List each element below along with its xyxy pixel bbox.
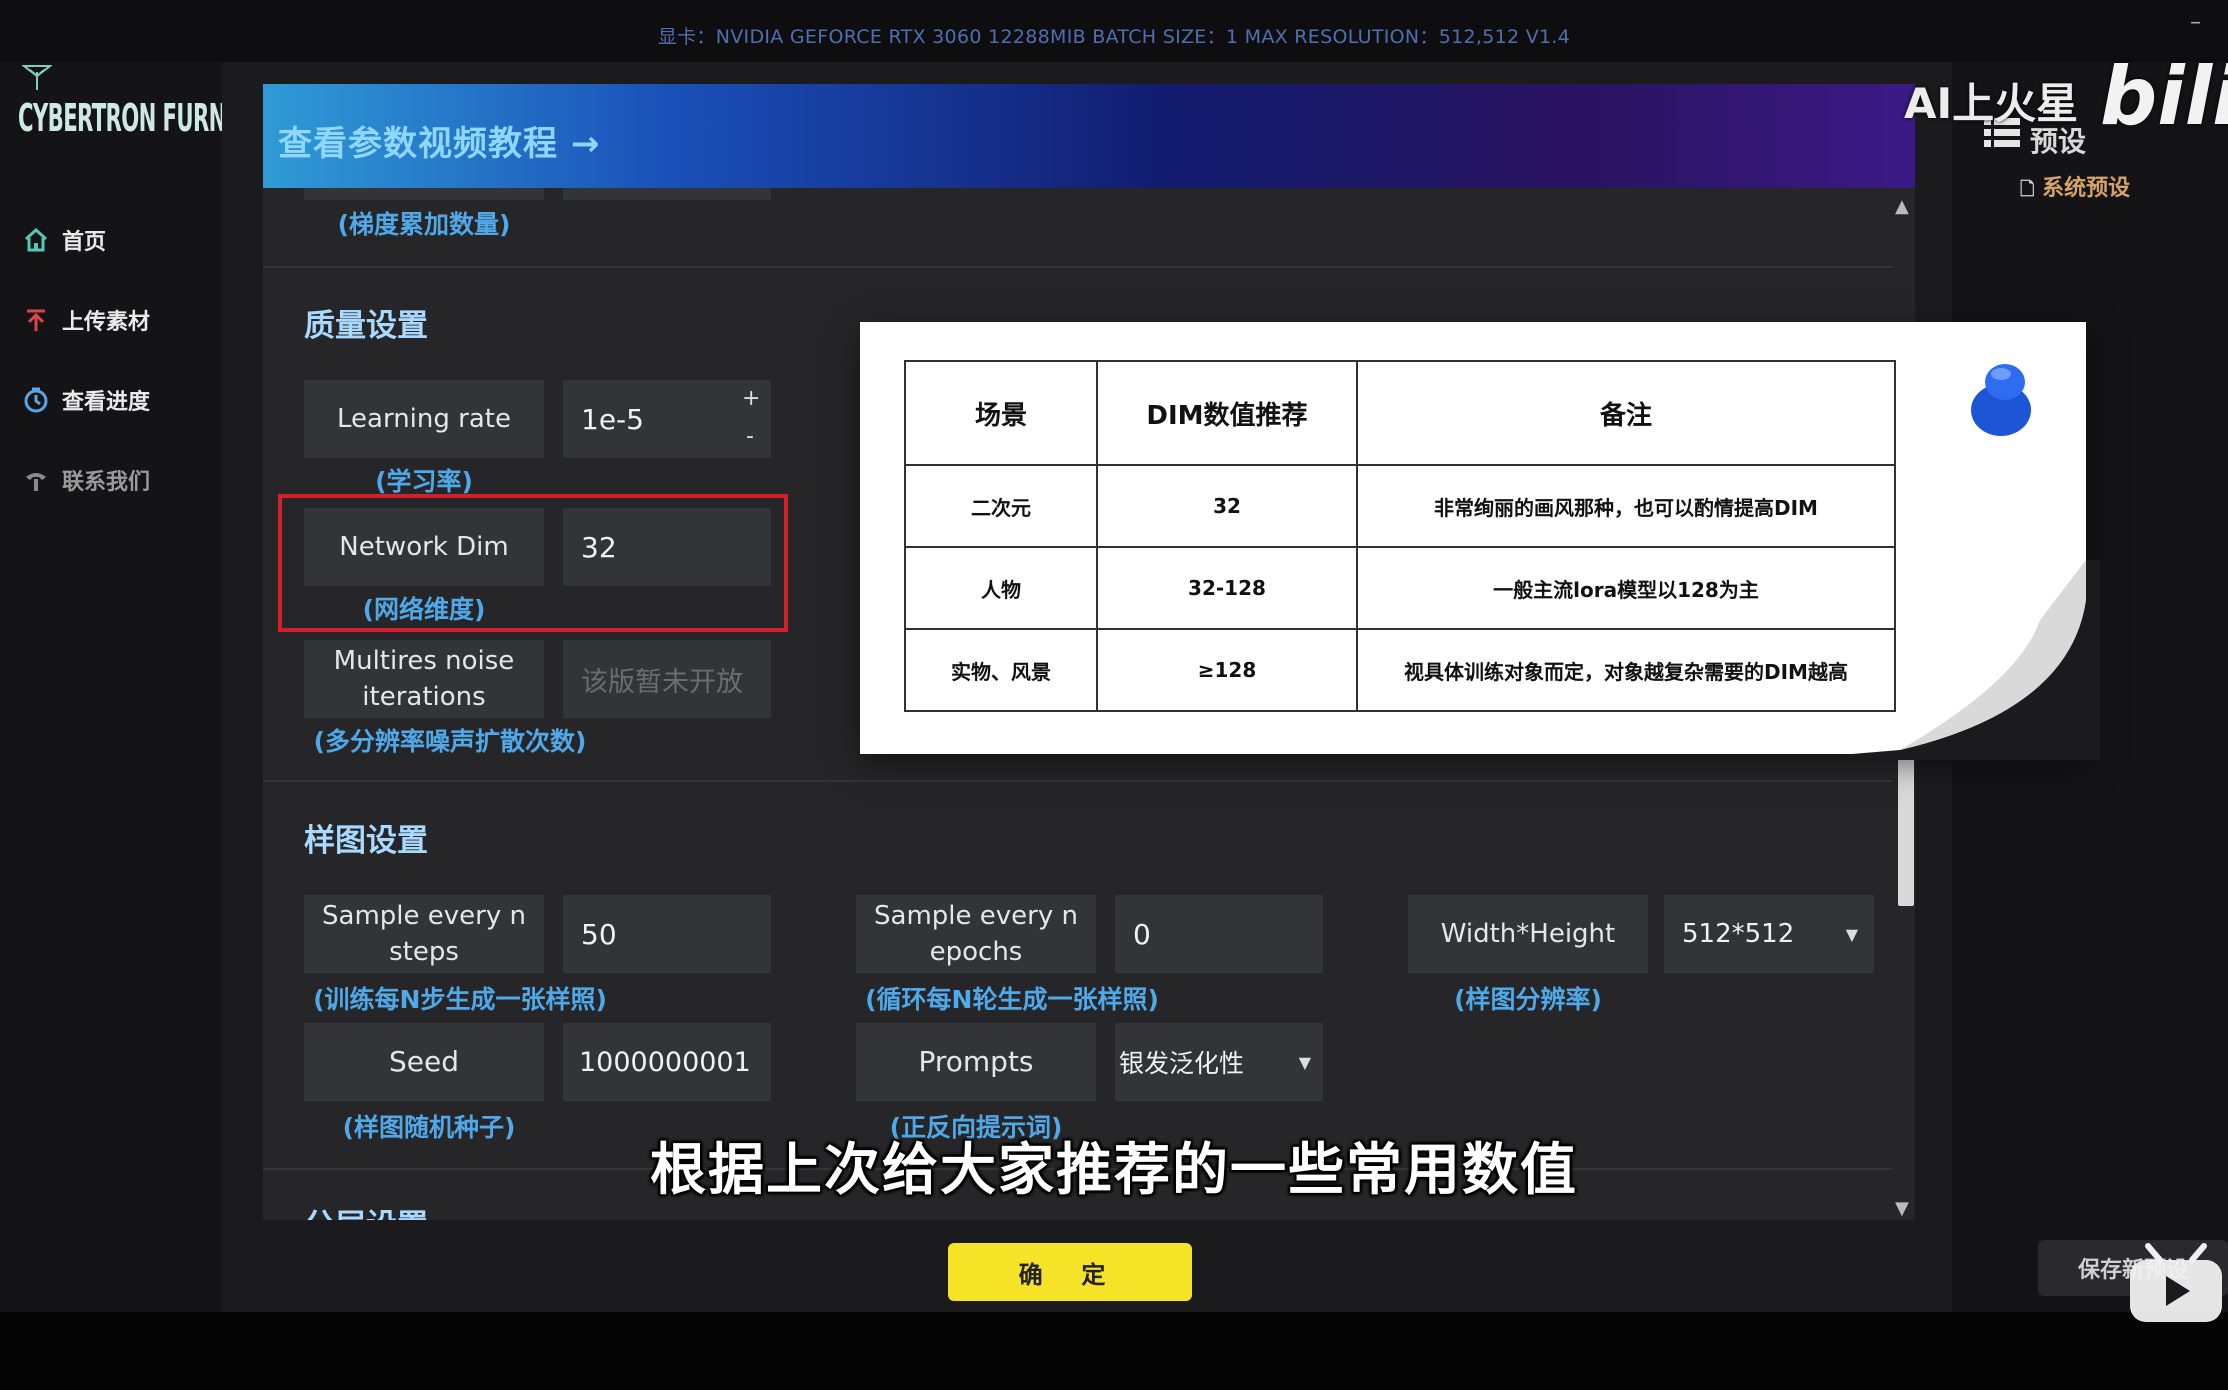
sidebar-item-upload[interactable]: 上传素材 <box>22 300 212 340</box>
network-dim-value: 32 <box>581 530 617 564</box>
table-row: 二次元 32 非常绚丽的画风那种，也可以酌情提高DIM <box>904 464 1896 548</box>
sample-size-hint: (样图分辨率) <box>1454 985 1602 1014</box>
table-cell: 32-128 <box>1096 546 1358 630</box>
seed-label: Seed <box>304 1023 544 1101</box>
table-cell: 二次元 <box>904 464 1098 548</box>
network-dim-label: Network Dim <box>304 508 544 586</box>
seed-value: 1000000001 <box>579 1046 751 1078</box>
dropdown-arrow-icon: ▼ <box>1298 1052 1311 1072</box>
progress-icon <box>22 386 50 414</box>
bilibili-tv-icon <box>2130 1243 2222 1322</box>
prompts-select[interactable]: 银发泛化性 ▼ <box>1115 1023 1323 1101</box>
sidebar-item-progress[interactable]: 查看进度 <box>22 380 212 420</box>
gradient-accumulation-hint: (梯度累加数量) <box>337 210 511 239</box>
sample-epochs-label: Sample every n epochs <box>856 895 1096 973</box>
scroll-up-arrow[interactable]: ▲ <box>1895 196 1909 217</box>
section-divider <box>263 780 1893 782</box>
learning-rate-value: 1e-5 <box>581 402 644 436</box>
home-icon <box>22 226 50 254</box>
table-cell: ≥128 <box>1096 628 1358 712</box>
system-preset-link[interactable]: 🗋 系统预设 <box>2020 170 2130 207</box>
pushpin-icon <box>1971 364 2031 436</box>
table-cell: 实物、风景 <box>904 628 1098 712</box>
document-icon: 🗋 <box>2020 179 2035 200</box>
table-row: 实物、风景 ≥128 视具体训练对象而定，对象越复杂需要的DIM越高 <box>904 628 1896 712</box>
prompts-label: Prompts <box>856 1023 1096 1101</box>
logo-icon <box>21 62 53 92</box>
dropdown-arrow-icon: ▼ <box>1845 924 1858 944</box>
sidebar-item-label: 上传素材 <box>62 310 151 335</box>
table-cell: 一般主流lora模型以128为主 <box>1356 546 1896 630</box>
learning-rate-label: Learning rate <box>304 380 544 458</box>
upload-icon <box>22 306 50 334</box>
video-subtitle: 根据上次给大家推荐的一些常用数值 <box>650 1138 1578 1203</box>
sample-size-value: 512*512 <box>1682 919 1795 949</box>
table-header-row: 场景 DIM数值推荐 备注 <box>904 360 1896 466</box>
table-row: 人物 32-128 一般主流lora模型以128为主 <box>904 546 1896 630</box>
learning-rate-hint: (学习率) <box>375 467 473 496</box>
dim-recommendation-table: 场景 DIM数值推荐 备注 二次元 32 非常绚丽的画风那种，也可以酌情提高DI… <box>904 360 1896 712</box>
table-header-cell: 场景 <box>904 360 1098 466</box>
table-cell: 非常绚丽的画风那种，也可以酌情提高DIM <box>1356 464 1896 548</box>
table-cell: 视具体训练对象而定，对象越复杂需要的DIM越高 <box>1356 628 1896 712</box>
phone-icon <box>22 466 50 494</box>
seed-input[interactable]: 1000000001 <box>563 1023 771 1101</box>
sidebar-item-home[interactable]: 首页 <box>22 220 212 260</box>
table-cell: 32 <box>1096 464 1358 548</box>
sidebar-item-label: 首页 <box>62 230 107 255</box>
multires-noise-hint: (多分辨率噪声扩散次数) <box>313 727 587 756</box>
section-divider <box>263 266 1893 268</box>
confirm-button[interactable]: 确 定 <box>948 1243 1192 1301</box>
system-preset-label: 系统预设 <box>2042 176 2131 201</box>
decrement-button[interactable]: - <box>746 424 754 449</box>
table-cell: 人物 <box>904 546 1098 630</box>
sample-steps-label: Sample every n steps <box>304 895 544 973</box>
multires-noise-label: Multires noise iterations <box>304 640 544 718</box>
sample-steps-value: 50 <box>581 917 617 951</box>
sample-epochs-value: 0 <box>1133 917 1151 951</box>
sidebar-item-contact[interactable]: 联系我们 <box>22 460 212 500</box>
bilibili-watermark: bilib <box>2100 50 2228 143</box>
sample-section-title: 样图设置 <box>304 823 428 859</box>
sidebar-item-label: 查看进度 <box>62 390 151 415</box>
sample-epochs-input[interactable]: 0 <box>1115 895 1323 973</box>
prompts-value: 银发泛化性 <box>1119 1049 1245 1078</box>
sample-steps-input[interactable]: 50 <box>563 895 771 973</box>
network-dim-hint: (网络维度) <box>362 595 486 624</box>
sample-epochs-hint: (循环每N轮生成一张样照) <box>865 985 1159 1014</box>
table-header-cell: DIM数值推荐 <box>1096 360 1358 466</box>
gpu-info-text: 显卡：NVIDIA GEFORCE RTX 3060 12288MIB BATC… <box>657 26 1571 48</box>
increment-button[interactable]: + <box>742 386 760 411</box>
sample-size-label: Width*Height <box>1408 895 1648 973</box>
tutorial-banner-text[interactable]: 查看参数视频教程 → <box>278 116 600 165</box>
sidebar-item-label: 联系我们 <box>62 470 151 495</box>
watermark-text: AI上火星 <box>1904 79 2079 128</box>
network-dim-input[interactable]: 32 <box>563 508 771 586</box>
multires-noise-input: 该版暂未开放 <box>563 640 771 718</box>
sample-size-select[interactable]: 512*512 ▼ <box>1664 895 1874 973</box>
learning-rate-input[interactable]: 1e-5 <box>563 380 771 458</box>
video-bottom-bar <box>0 1312 2228 1390</box>
minimize-button[interactable]: – <box>2190 10 2212 35</box>
table-header-cell: 备注 <box>1356 360 1896 466</box>
quality-section-title: 质量设置 <box>304 308 428 344</box>
sample-steps-hint: (训练每N步生成一张样照) <box>313 985 607 1014</box>
